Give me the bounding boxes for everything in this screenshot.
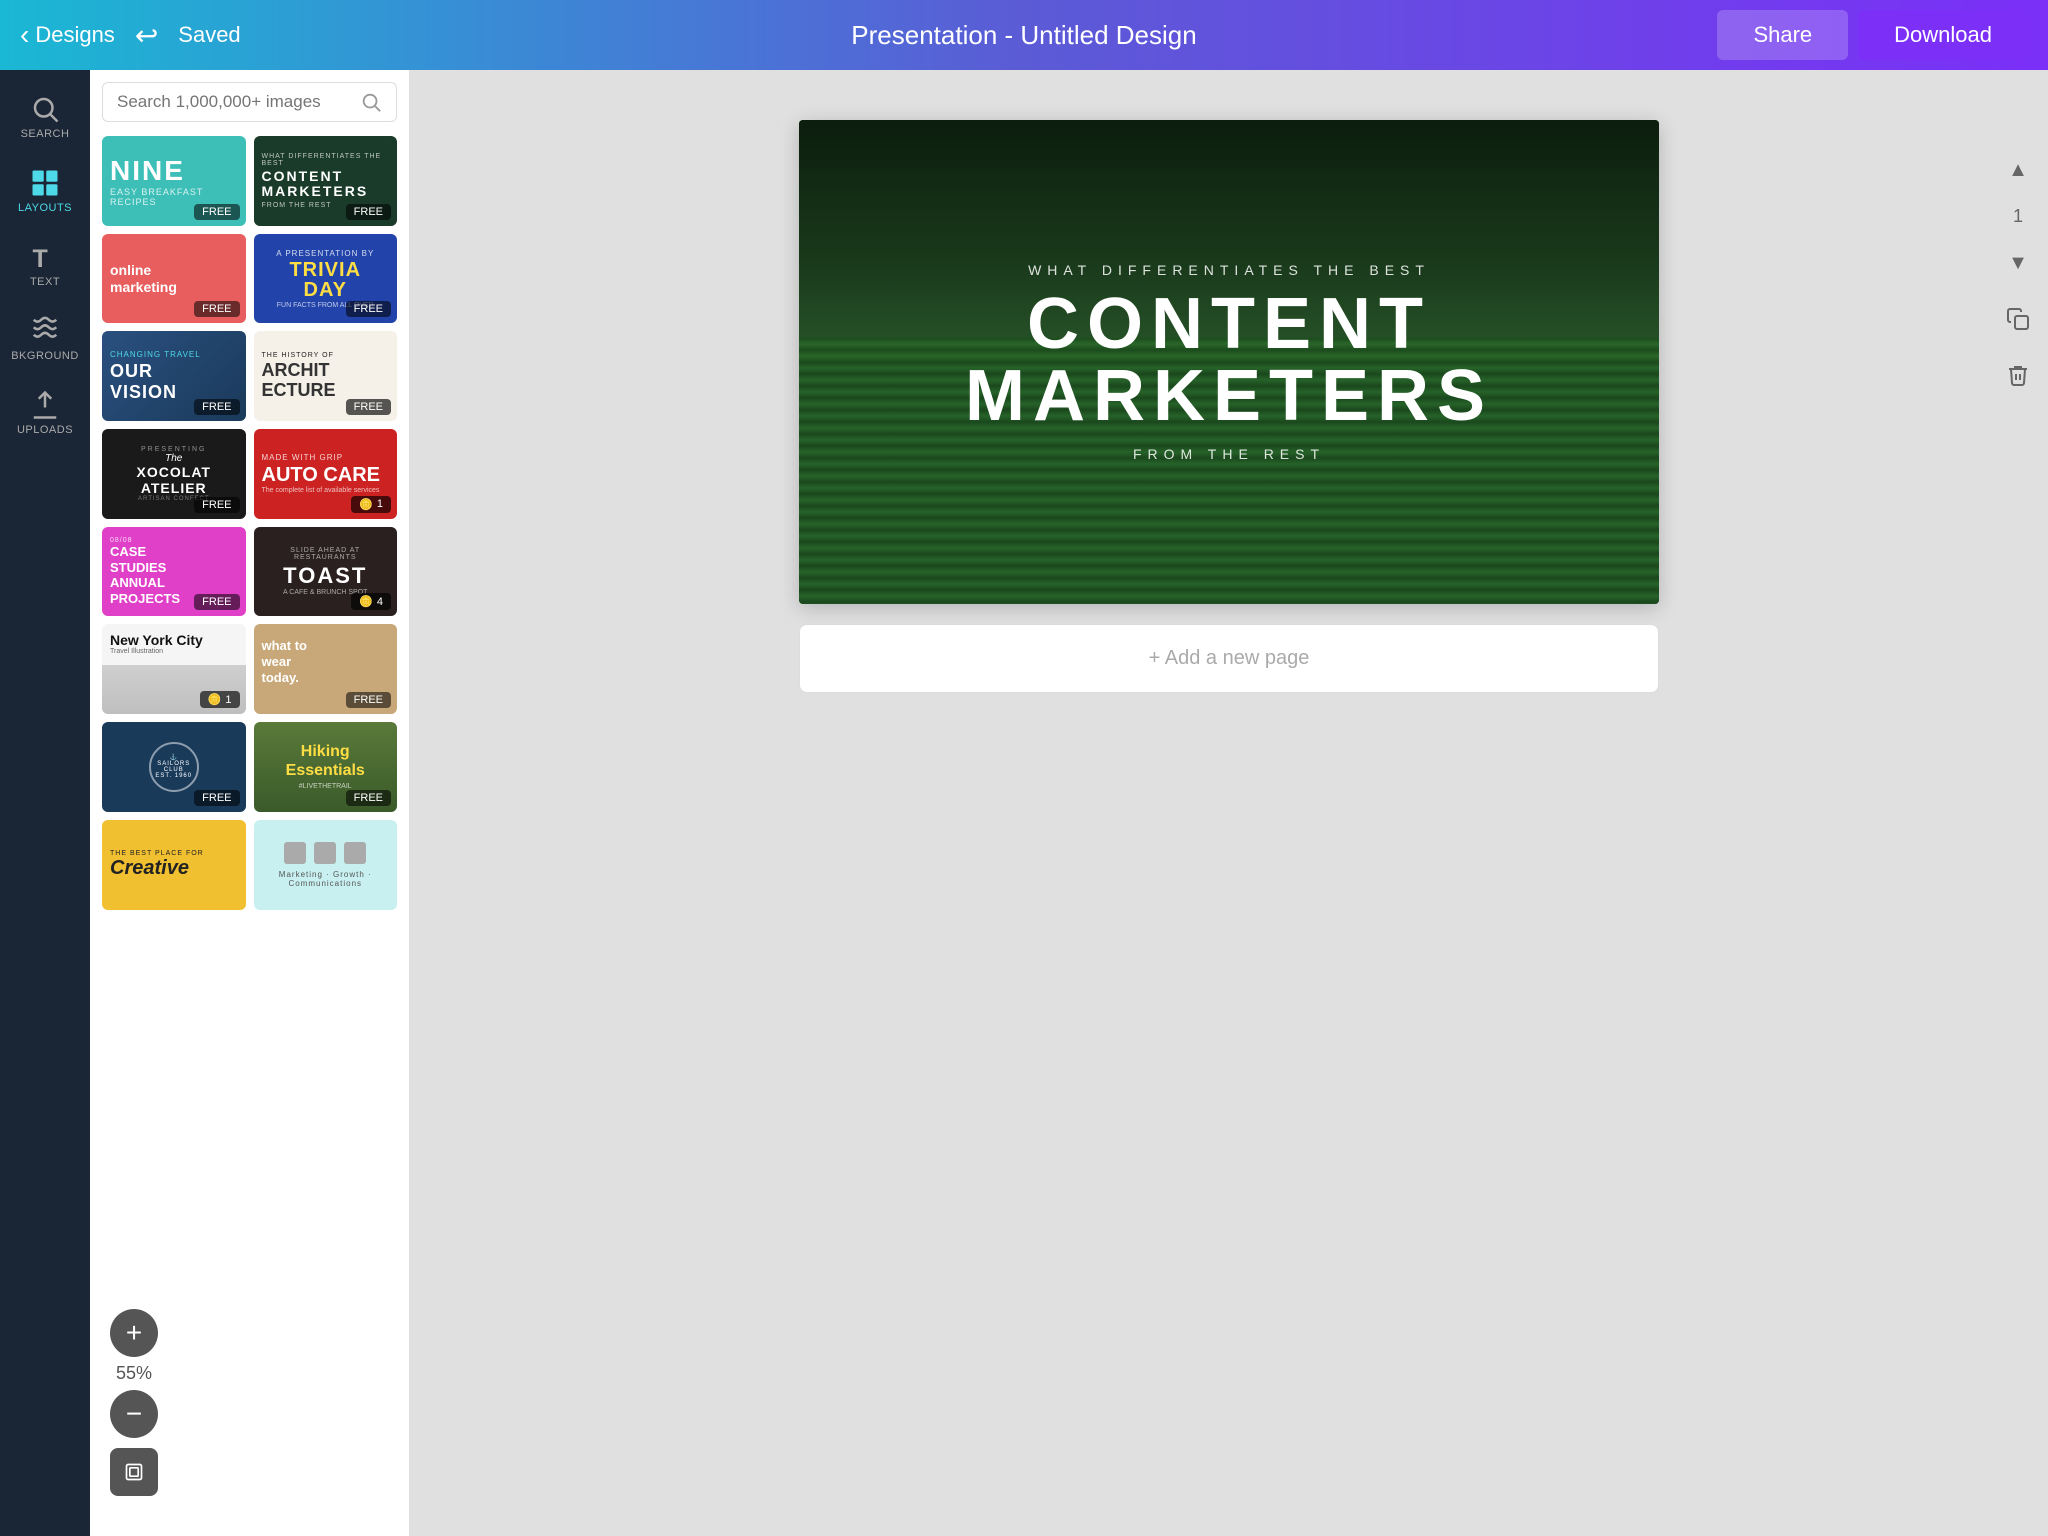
text-icon: T <box>30 242 60 272</box>
upload-icon <box>30 390 60 420</box>
chevron-left-icon: ‹ <box>20 19 29 51</box>
template-xocolat[interactable]: PRESENTING The XOCOLATATELIER ARTISAN CO… <box>102 429 246 519</box>
slide-main-text: CONTENT MARKETERS <box>965 288 1493 432</box>
main-layout: SEARCH LAYOUTS T TEXT BKGROUND <box>0 70 2048 1536</box>
template-online-marketing[interactable]: onlinemarketing FREE <box>102 234 246 324</box>
badge-free: FREE <box>194 497 239 513</box>
arrow-up-button[interactable]: ▲ <box>1998 150 2038 190</box>
zoom-in-button[interactable]: + <box>110 1309 158 1357</box>
template-communications[interactable]: Marketing · Growth · Communications <box>254 820 398 910</box>
template-new-york-city[interactable]: New York City Travel Illustration 🪙1 <box>102 624 246 714</box>
saved-status: Saved <box>178 22 240 48</box>
fit-to-frame-button[interactable] <box>110 1448 158 1496</box>
topbar: ‹ Designs ↩ Saved Presentation - Untitle… <box>0 0 2048 70</box>
undo-button[interactable]: ↩ <box>135 19 158 52</box>
badge-free: FREE <box>346 204 391 220</box>
badge-free: FREE <box>194 301 239 317</box>
template-content-marketers[interactable]: WHAT DIFFERENTIATES THE BEST CONTENTMARK… <box>254 136 398 226</box>
badge-paid: 🪙1 <box>351 496 391 513</box>
sidebar-label-text: TEXT <box>30 276 60 288</box>
sidebar-label-background: BKGROUND <box>11 350 79 362</box>
sidebar-item-text[interactable]: T TEXT <box>0 228 90 302</box>
svg-text:T: T <box>33 245 48 272</box>
background-icon <box>30 316 60 346</box>
frame-icon <box>124 1462 144 1482</box>
template-case-studies[interactable]: 08/08 CASESTUDIESANNUALPROJECTS FREE <box>102 527 246 617</box>
sidebar-label-uploads: UPLOADS <box>17 424 73 436</box>
sidebar-item-uploads[interactable]: UPLOADS <box>0 376 90 450</box>
template-auto-care[interactable]: MADE WITH GRIP AUTO CARE The complete li… <box>254 429 398 519</box>
page-number: 1 <box>2013 206 2023 227</box>
sidebar-item-search[interactable]: SEARCH <box>0 80 90 154</box>
sidebar-item-layouts[interactable]: LAYOUTS <box>0 154 90 228</box>
badge-free: FREE <box>194 399 239 415</box>
slide-subtitle-bottom: FROM THE REST <box>1133 446 1325 462</box>
template-toast[interactable]: SLIDE AHEAD AT RESTAURANTS TOAST A CAFE … <box>254 527 398 617</box>
slide-content: WHAT DIFFERENTIATES THE BEST CONTENT MAR… <box>799 120 1659 604</box>
badge-paid: 🪙4 <box>351 593 391 610</box>
badge-paid: 🪙1 <box>200 691 240 708</box>
template-vision[interactable]: CHANGING TRAVEL OURVISION FREE <box>102 331 246 421</box>
slide-controls: ▲ 1 ▼ <box>1988 130 2048 415</box>
slide-container: WHAT DIFFERENTIATES THE BEST CONTENT MAR… <box>799 120 1659 604</box>
template-hiking[interactable]: HikingEssentials #LIVETHETRAIL FREE <box>254 722 398 812</box>
badge-free: FREE <box>194 790 239 806</box>
template-trivia[interactable]: A PRESENTATION BY TRIVIADAY FUN FACTS FR… <box>254 234 398 324</box>
trash-icon <box>2006 363 2030 387</box>
template-architecture[interactable]: THE HISTORY OF ARCHITECTURE FREE <box>254 331 398 421</box>
design-title: Presentation - Untitled Design <box>851 20 1196 51</box>
zoom-controls: + 55% − <box>110 1309 158 1496</box>
template-nine[interactable]: NINE EASY BREAKFAST RECIPES FREE <box>102 136 246 226</box>
search-icon <box>30 94 60 124</box>
template-sailors[interactable]: ⚓SAILORSCLUBEST. 1960 FREE <box>102 722 246 812</box>
topbar-right-actions: Share Download <box>1717 10 2028 60</box>
slide-subtitle-top: WHAT DIFFERENTIATES THE BEST <box>1028 262 1430 278</box>
duplicate-slide-button[interactable] <box>1998 299 2038 339</box>
template-creative[interactable]: THE BEST PLACE FOR Creative <box>102 820 246 910</box>
badge-free: FREE <box>346 790 391 806</box>
badge-free: FREE <box>194 594 239 610</box>
back-button[interactable]: ‹ Designs <box>20 19 115 51</box>
templates-grid: NINE EASY BREAKFAST RECIPES FREE WHAT DI… <box>102 136 397 910</box>
search-input-icon <box>360 91 382 113</box>
badge-free: FREE <box>194 204 239 220</box>
share-button[interactable]: Share <box>1717 10 1848 60</box>
copy-icon <box>2006 307 2030 331</box>
download-button[interactable]: Download <box>1858 10 2028 60</box>
search-bar[interactable] <box>102 82 397 122</box>
zoom-level: 55% <box>116 1363 152 1384</box>
add-page-button[interactable]: + Add a new page <box>799 624 1659 693</box>
sidebar-label-layouts: LAYOUTS <box>18 202 72 214</box>
sidebar-item-background[interactable]: BKGROUND <box>0 302 90 376</box>
badge-free: FREE <box>346 692 391 708</box>
sidebar-icons: SEARCH LAYOUTS T TEXT BKGROUND <box>0 70 90 1536</box>
arrow-down-button[interactable]: ▼ <box>1998 243 2038 283</box>
badge-free: FREE <box>346 399 391 415</box>
delete-slide-button[interactable] <box>1998 355 2038 395</box>
search-input[interactable] <box>117 92 352 112</box>
badge-free: FREE <box>346 301 391 317</box>
back-label: Designs <box>35 22 114 48</box>
sidebar-label-search: SEARCH <box>21 128 70 140</box>
template-what-to-wear[interactable]: what toweartoday. FREE <box>254 624 398 714</box>
layouts-icon <box>30 168 60 198</box>
zoom-out-button[interactable]: − <box>110 1390 158 1438</box>
canvas-area: WHAT DIFFERENTIATES THE BEST CONTENT MAR… <box>410 70 2048 1536</box>
slide-text-overlay: WHAT DIFFERENTIATES THE BEST CONTENT MAR… <box>799 120 1659 604</box>
